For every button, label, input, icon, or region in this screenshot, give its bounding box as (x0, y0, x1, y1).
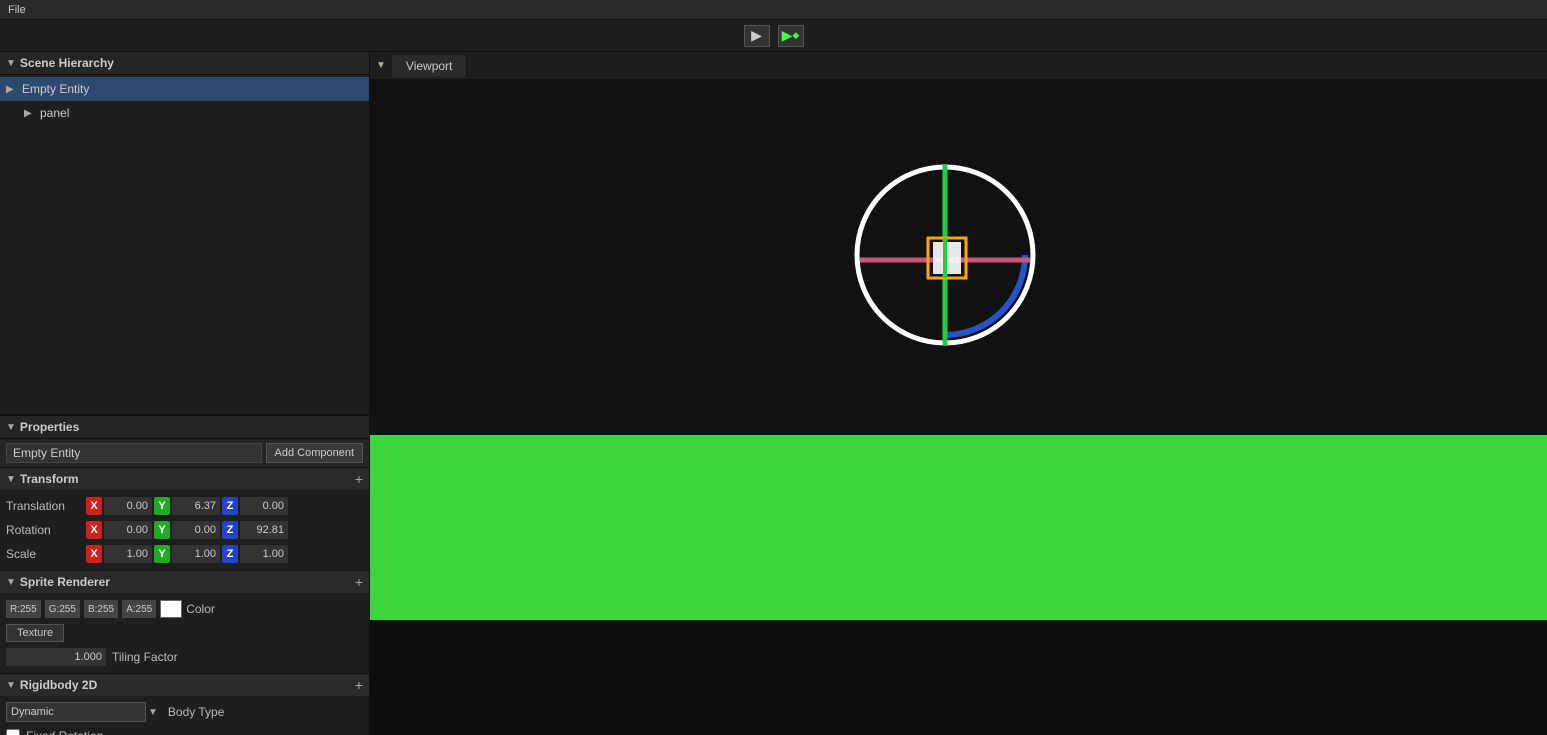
rotation-y-input[interactable] (172, 521, 220, 539)
translation-y-button[interactable]: Y (154, 497, 170, 515)
viewport-collapse-icon[interactable]: ▼ (370, 60, 392, 71)
transform-body: Translation X Y Z Rotation (0, 490, 369, 570)
rotation-row: Rotation X Y Z (0, 518, 369, 542)
rigidbody2d-add-icon[interactable]: + (355, 677, 363, 693)
sprite-renderer-header[interactable]: ▼ Sprite Renderer + (0, 571, 369, 593)
translation-z-button[interactable]: Z (222, 497, 238, 515)
gizmo-container (850, 160, 1040, 350)
play-button[interactable]: ▶ (744, 25, 770, 47)
transform-section: ▼ Transform + Translation X Y Z (0, 468, 369, 571)
transform-add-icon[interactable]: + (355, 471, 363, 487)
tiling-row: Tiling Factor (0, 645, 369, 669)
transform-collapse-icon: ▼ (6, 474, 16, 485)
tree-arrow-empty-entity: ▶ (6, 84, 18, 95)
rigidbody2d-header[interactable]: ▼ Rigidbody 2D + (0, 674, 369, 696)
add-component-button[interactable]: Add Component (266, 443, 364, 463)
fixed-rotation-row: Fixed Rotation (0, 724, 369, 735)
color-label: Color (186, 602, 215, 616)
color-row: R:255 G:255 B:255 A:255 Color (0, 597, 369, 621)
entity-name-input[interactable] (6, 443, 262, 463)
translation-label: Translation (6, 499, 86, 513)
b-channel-button[interactable]: B:255 (84, 600, 118, 618)
scale-z-button[interactable]: Z (222, 545, 238, 563)
sprite-renderer-collapse-icon: ▼ (6, 577, 16, 588)
left-panel: ▼ Scene Hierarchy ▶ Empty Entity ▶ panel… (0, 52, 370, 735)
rigidbody2d-body: Dynamic Static Kinematic ▼ Body Type Fix… (0, 696, 369, 735)
rotation-z-input[interactable] (240, 521, 288, 539)
rotation-x-input[interactable] (104, 521, 152, 539)
sprite-renderer-title: Sprite Renderer (20, 575, 110, 589)
rigidbody2d-collapse-icon: ▼ (6, 680, 16, 691)
scale-z-input[interactable] (240, 545, 288, 563)
viewport-header: ▼ Viewport (370, 52, 1547, 80)
body-type-arrow-icon: ▼ (148, 707, 158, 718)
transform-title: Transform (20, 472, 79, 486)
scale-x-button[interactable]: X (86, 545, 102, 563)
hierarchy-title: Scene Hierarchy (20, 56, 114, 70)
rotation-x-button[interactable]: X (86, 521, 102, 539)
transform-header[interactable]: ▼ Transform + (0, 468, 369, 490)
r-channel-button[interactable]: R:255 (6, 600, 41, 618)
sprite-renderer-add-icon[interactable]: + (355, 574, 363, 590)
tree-arrow-panel: ▶ (24, 108, 36, 119)
scale-y-button[interactable]: Y (154, 545, 170, 563)
tiling-input[interactable] (6, 648, 106, 666)
main-layout: ▼ Scene Hierarchy ▶ Empty Entity ▶ panel… (0, 52, 1547, 735)
right-panel: ▼ Viewport (370, 52, 1547, 735)
translation-x-button[interactable]: X (86, 497, 102, 515)
scene-background (370, 80, 1547, 620)
fixed-rotation-checkbox[interactable] (6, 729, 20, 735)
body-type-dropdown: Dynamic Static Kinematic ▼ (6, 702, 158, 722)
properties-collapse-icon: ▼ (6, 422, 16, 433)
rigidbody2d-section: ▼ Rigidbody 2D + Dynamic Static Kinemati… (0, 674, 369, 735)
hierarchy-collapse-icon: ▼ (6, 58, 16, 69)
texture-button[interactable]: Texture (6, 624, 64, 642)
fixed-rotation-label: Fixed Rotation (26, 729, 103, 735)
sprite-renderer-section: ▼ Sprite Renderer + R:255 G:255 B:255 A:… (0, 571, 369, 674)
rotation-y-button[interactable]: Y (154, 521, 170, 539)
rotation-label: Rotation (6, 523, 86, 537)
scale-label: Scale (6, 547, 86, 561)
tree-item-panel[interactable]: ▶ panel (0, 101, 369, 125)
menu-bar: File (0, 0, 1547, 20)
gizmo-svg (850, 160, 1040, 350)
body-type-row: Dynamic Static Kinematic ▼ Body Type (0, 700, 369, 724)
translation-axis-group: X Y Z (86, 497, 363, 515)
properties-title: Properties (20, 420, 79, 434)
play-debug-button[interactable]: ▶◆ (778, 25, 804, 47)
entity-header: Add Component (0, 439, 369, 468)
viewport-tab[interactable]: Viewport (392, 55, 467, 77)
translation-x-input[interactable] (104, 497, 152, 515)
properties-header[interactable]: ▼ Properties (0, 416, 369, 439)
tree-label-empty-entity: Empty Entity (22, 82, 89, 96)
body-type-select[interactable]: Dynamic Static Kinematic (6, 702, 146, 722)
tiling-label: Tiling Factor (112, 650, 178, 664)
color-preview-swatch[interactable] (160, 600, 182, 618)
a-channel-button[interactable]: A:255 (122, 600, 156, 618)
rotation-axis-group: X Y Z (86, 521, 363, 539)
green-ground (370, 435, 1547, 620)
viewport-canvas[interactable] (370, 80, 1547, 620)
sprite-renderer-body: R:255 G:255 B:255 A:255 Color Texture Ti… (0, 593, 369, 673)
scale-axis-group: X Y Z (86, 545, 363, 563)
g-channel-button[interactable]: G:255 (45, 600, 80, 618)
tree-item-empty-entity[interactable]: ▶ Empty Entity (0, 77, 369, 101)
tree-label-panel: panel (40, 106, 69, 120)
translation-row: Translation X Y Z (0, 494, 369, 518)
toolbar: ▶ ▶◆ (0, 20, 1547, 52)
scale-x-input[interactable] (104, 545, 152, 563)
file-menu[interactable]: File (8, 4, 26, 16)
rigidbody2d-title: Rigidbody 2D (20, 678, 97, 692)
hierarchy-area: ▶ Empty Entity ▶ panel (0, 75, 369, 415)
scale-row: Scale X Y Z (0, 542, 369, 566)
body-type-label: Body Type (168, 705, 224, 719)
scene-hierarchy-header[interactable]: ▼ Scene Hierarchy (0, 52, 369, 75)
properties-area: ▼ Properties Add Component ▼ Transform + (0, 415, 369, 735)
texture-row: Texture (0, 621, 369, 645)
scale-y-input[interactable] (172, 545, 220, 563)
translation-z-input[interactable] (240, 497, 288, 515)
translation-y-input[interactable] (172, 497, 220, 515)
rotation-z-button[interactable]: Z (222, 521, 238, 539)
